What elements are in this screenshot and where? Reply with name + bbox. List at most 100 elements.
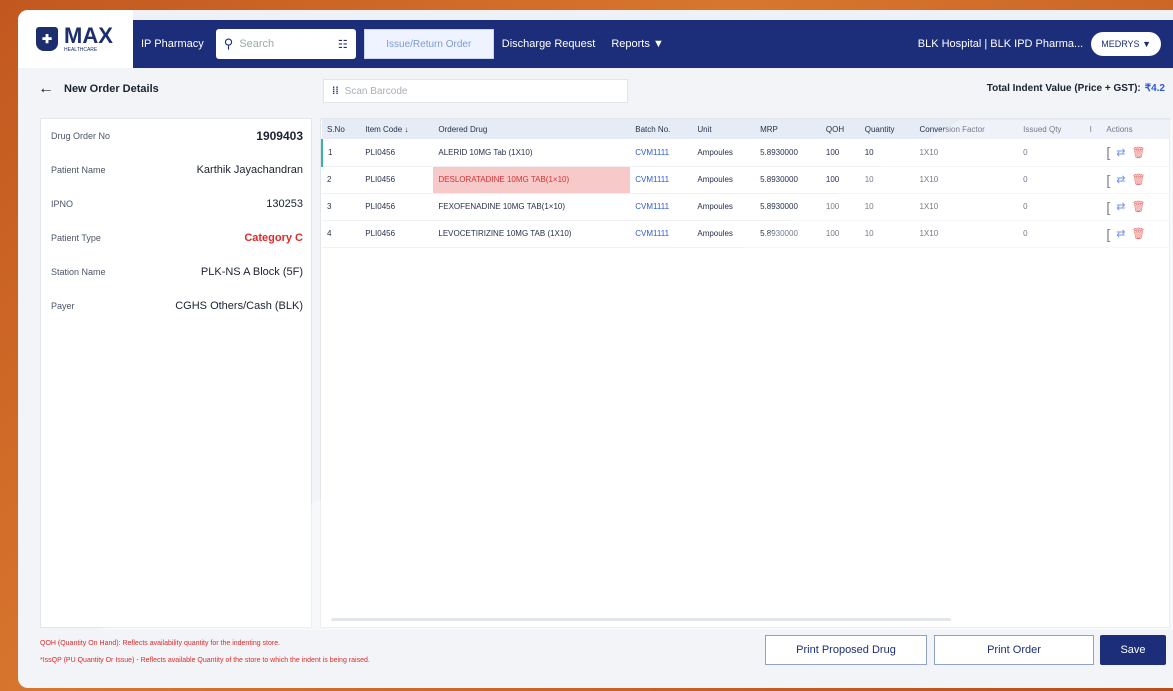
app-window: ✚ MAX HEALTHCARE IP Pharmacy ⚲ Search ☷ I… — [18, 10, 1173, 688]
col-info: I — [1089, 124, 1092, 134]
back-arrow-icon[interactable]: ← — [38, 80, 54, 98]
col-ordered-drug: Ordered Drug — [438, 124, 488, 134]
cell-quantity[interactable]: 10 — [860, 166, 915, 193]
cell-quantity[interactable]: 10 — [860, 193, 915, 220]
logo-badge-icon: ✚ — [36, 27, 58, 51]
search-icon: ⚲ — [223, 36, 234, 51]
cell-actions: [ ⇄ 🗑 — [1101, 193, 1169, 220]
nav-ip-pharmacy[interactable]: IP Pharmacy — [133, 38, 212, 50]
cell-qoh: 100 — [825, 175, 840, 184]
table-row[interactable]: 3 PLI0456 FEXOFENADINE 10MG TAB(1×10) CV… — [322, 193, 1169, 220]
cell-item-code: PLI0456 — [365, 147, 396, 157]
cell-quantity[interactable]: 10 — [860, 220, 915, 247]
col-qoh: QOH — [825, 124, 845, 134]
detail-row: Patient Name Karthik Jayachandran — [41, 153, 311, 187]
cell-actions: [ ⇄ 🗑 — [1101, 139, 1169, 166]
col-sno: S.No — [327, 124, 345, 134]
user-menu[interactable]: MEDRYS ▼ — [1091, 32, 1161, 56]
cell-item-code: PLI0456 — [365, 202, 396, 211]
cell-ordered-drug: LEVOCETIRIZINE 10MG TAB (1X10) — [438, 229, 572, 238]
delete-icon[interactable]: 🗑 — [1132, 200, 1146, 213]
total-indent-value: Total Indent Value (Price + GST): ₹4.2 — [987, 83, 1165, 94]
cell-conversion-factor: 1X10 — [919, 202, 939, 211]
cell-sno: 1 — [321, 139, 361, 166]
delete-icon[interactable]: 🗑 — [1132, 173, 1146, 186]
total-label: Total Indent Value (Price + GST): — [986, 83, 1141, 94]
col-batch-no: Batch No. — [635, 124, 671, 134]
swap-icon[interactable]: ⇄ — [1116, 173, 1125, 186]
cell-issued-qty: 0 — [1023, 147, 1028, 157]
cell-batch-no[interactable]: CVM1111 — [630, 139, 692, 166]
swap-icon[interactable]: ⇄ — [1116, 146, 1125, 159]
horizontal-scrollbar[interactable] — [331, 618, 951, 621]
cell-batch-no[interactable]: CVM1111 — [630, 220, 692, 247]
detail-label: Station Name — [51, 267, 106, 277]
nav-discharge-request[interactable]: Discharge Request — [494, 38, 604, 50]
save-button[interactable]: Save — [1100, 635, 1166, 665]
cell-mrp: 5.8930000 — [760, 202, 798, 211]
cell-ordered-drug: FEXOFENADINE 10MG TAB(1×10) — [438, 202, 566, 211]
order-table-panel: S.No Item Code ↓ Ordered Drug Batch No. … — [320, 118, 1170, 628]
payer: CGHS Others/Cash (BLK) — [175, 300, 303, 312]
cell-qoh: 100 — [825, 229, 840, 238]
patient-type: Category C — [244, 232, 303, 244]
detail-row: Station Name PLK-NS A Block (5F) — [41, 255, 311, 289]
cell-info — [1085, 166, 1102, 193]
chevron-down-icon: ▼ — [652, 38, 664, 50]
bracket-icon[interactable]: [ — [1106, 144, 1110, 160]
cell-conversion-factor: 1X10 — [919, 175, 939, 184]
cell-unit: Ampoules — [697, 229, 733, 238]
patient-details-panel: Drug Order No 1909403 Patient Name Karth… — [40, 118, 312, 628]
swap-icon[interactable]: ⇄ — [1116, 200, 1125, 213]
print-order-button[interactable]: Print Order — [934, 635, 1094, 665]
cell-actions: [ ⇄ 🗑 — [1101, 166, 1169, 193]
barcode-icon: ⁞⁞ — [332, 85, 339, 97]
cell-batch-no[interactable]: CVM1111 — [630, 166, 692, 193]
search-placeholder: Search — [239, 38, 275, 50]
detail-row: Payer CGHS Others/Cash (BLK) — [41, 289, 311, 323]
location-label[interactable]: BLK Hospital | BLK IPD Pharma... — [918, 38, 1083, 50]
col-actions: Actions — [1106, 124, 1133, 134]
logo[interactable]: ✚ MAX HEALTHCARE — [18, 10, 133, 68]
print-proposed-drug-button[interactable]: Print Proposed Drug — [765, 635, 927, 665]
cell-item-code: PLI0456 — [365, 229, 396, 238]
station-name: PLK-NS A Block (5F) — [200, 266, 303, 278]
col-quantity: Quantity — [864, 124, 895, 134]
scan-barcode-input[interactable]: ⁞⁞ Scan Barcode — [323, 79, 628, 103]
cell-info — [1085, 193, 1102, 220]
cell-qoh: 100 — [825, 202, 840, 211]
filter-icon[interactable]: ☷ — [338, 38, 348, 51]
table-row[interactable]: 4 PLI0456 LEVOCETIRIZINE 10MG TAB (1X10)… — [322, 220, 1169, 247]
cell-batch-no[interactable]: CVM1111 — [630, 193, 692, 220]
col-conversion-factor: Conversion Factor — [919, 124, 985, 134]
bracket-icon[interactable]: [ — [1106, 199, 1110, 215]
table-row[interactable]: 2 PLI0456 DESLORATADINE 10MG TAB(1×10) C… — [322, 166, 1169, 193]
cell-quantity[interactable]: 10 — [860, 139, 915, 166]
cell-item-code: PLI0456 — [365, 175, 396, 184]
detail-label: Drug Order No — [51, 131, 111, 141]
cell-conversion-factor: 1X10 — [919, 147, 939, 157]
table-row[interactable]: 1 PLI0456 ALERID 10MG Tab (1X10) CVM1111… — [321, 139, 1169, 166]
search-input[interactable]: ⚲ Search ☷ — [215, 29, 356, 59]
footer-note: *IssQP (PU Quantity Or Issue) - Reflects… — [40, 657, 370, 664]
swap-icon[interactable]: ⇄ — [1116, 227, 1125, 240]
page-title: New Order Details — [64, 83, 159, 95]
delete-icon[interactable]: 🗑 — [1132, 227, 1146, 240]
detail-row: Drug Order No 1909403 — [41, 119, 311, 153]
col-issued-qty: Issued Qty — [1023, 124, 1062, 134]
bracket-icon[interactable]: [ — [1106, 226, 1110, 242]
nav-reports[interactable]: Reports ▼ — [603, 38, 671, 50]
bracket-icon[interactable]: [ — [1106, 172, 1110, 188]
cell-issued-qty: 0 — [1023, 175, 1028, 184]
col-item-code[interactable]: Item Code ↓ — [360, 119, 433, 139]
col-unit: Unit — [697, 124, 712, 134]
issue-return-order-button[interactable]: Issue/Return Order — [363, 29, 494, 59]
brand-name: MAX — [64, 23, 113, 48]
detail-row: Patient Type Category C — [41, 221, 311, 255]
cell-qoh: 100 — [825, 147, 840, 157]
scan-placeholder: Scan Barcode — [344, 85, 408, 97]
delete-icon[interactable]: 🗑 — [1132, 146, 1146, 159]
ipno: 130253 — [266, 198, 303, 210]
cell-ordered-drug: ALERID 10MG Tab (1X10) — [438, 147, 533, 157]
cell-mrp: 5.8930000 — [760, 147, 798, 157]
